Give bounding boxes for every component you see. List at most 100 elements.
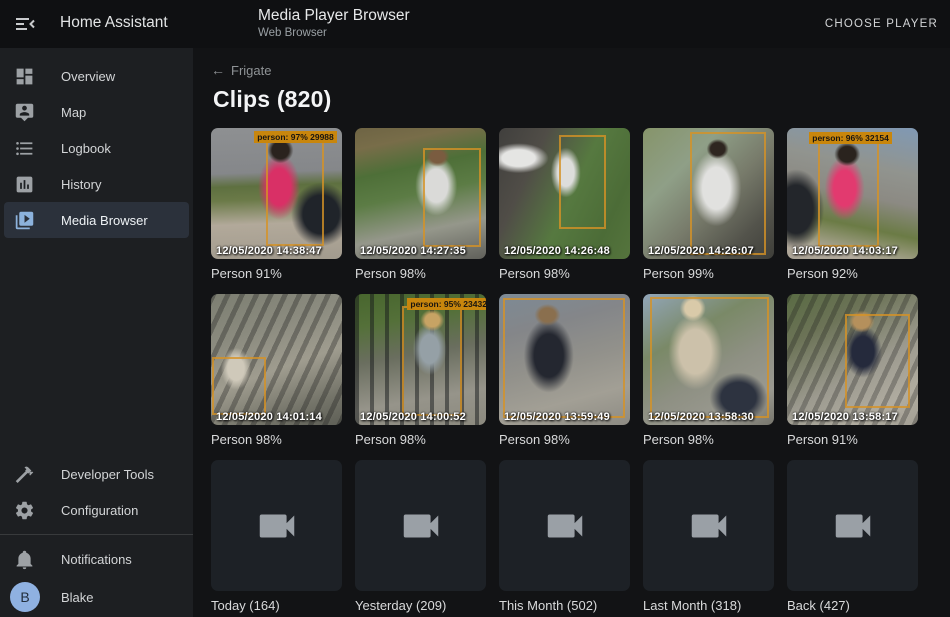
- detection-box: [266, 138, 324, 245]
- choose-player-button[interactable]: CHOOSE PLAYER: [825, 0, 938, 48]
- detection-box: [402, 306, 462, 416]
- clip-caption: Person 91%: [787, 432, 918, 447]
- breadcrumb-back[interactable]: Frigate: [211, 62, 271, 78]
- folder-caption: Yesterday (209): [355, 598, 486, 613]
- page-header: Media Player Browser Web Browser: [258, 7, 410, 39]
- sidebar-item-history[interactable]: History: [4, 166, 189, 202]
- video-icon: [398, 503, 444, 549]
- clip-cell: 12/05/2020 14:26:48 Person 98%: [499, 128, 630, 281]
- sidebar-divider: [0, 534, 193, 535]
- video-icon: [830, 503, 876, 549]
- detection-label: person: 96% 32154: [809, 132, 892, 144]
- sidebar-item-profile[interactable]: B Blake: [4, 577, 189, 617]
- clips-grid: person: 97% 29988 12/05/2020 14:38:47 Pe…: [211, 128, 950, 613]
- video-icon: [542, 503, 588, 549]
- folder-cell: Back (427): [787, 460, 918, 613]
- folder-caption: This Month (502): [499, 598, 630, 613]
- clip-caption: Person 98%: [355, 266, 486, 281]
- video-icon: [254, 503, 300, 549]
- folder-last-month[interactable]: [643, 460, 774, 591]
- folder-caption: Today (164): [211, 598, 342, 613]
- clip-cell: person: 97% 29988 12/05/2020 14:38:47 Pe…: [211, 128, 342, 281]
- sidebar-item-media-browser[interactable]: Media Browser: [4, 202, 189, 238]
- folder-today[interactable]: [211, 460, 342, 591]
- sidebar-item-overview[interactable]: Overview: [4, 58, 189, 94]
- detection-box: [650, 297, 769, 419]
- clip-timestamp: 12/05/2020 13:58:30: [648, 411, 754, 423]
- clip-timestamp: 12/05/2020 14:00:52: [360, 411, 466, 423]
- clip-thumbnail[interactable]: 12/05/2020 13:58:17: [787, 294, 918, 425]
- clip-caption: Person 98%: [211, 432, 342, 447]
- clip-caption: Person 98%: [499, 266, 630, 281]
- clip-timestamp: 12/05/2020 13:58:17: [792, 411, 898, 423]
- detection-box: [423, 148, 481, 248]
- sidebar-item-label: Notifications: [61, 552, 132, 567]
- clip-caption: Person 98%: [499, 432, 630, 447]
- page-subtitle: Web Browser: [258, 27, 410, 39]
- video-icon: [686, 503, 732, 549]
- sidebar-item-label: Overview: [61, 69, 115, 84]
- clip-thumbnail[interactable]: 12/05/2020 13:59:49: [499, 294, 630, 425]
- media-browser-content: Frigate Clips (820) person: 97% 29988 12…: [193, 48, 950, 617]
- clip-cell: person: 96% 32154 12/05/2020 14:03:17 Pe…: [787, 128, 918, 281]
- sidebar-item-developer-tools[interactable]: Developer Tools: [4, 456, 189, 492]
- view-dashboard-icon: [14, 66, 35, 87]
- clip-cell: 12/05/2020 13:59:49 Person 98%: [499, 294, 630, 447]
- clip-cell: 12/05/2020 13:58:30 Person 98%: [643, 294, 774, 447]
- clip-timestamp: 12/05/2020 13:59:49: [504, 411, 610, 423]
- sidebar-spacer: [0, 238, 193, 456]
- clip-thumbnail[interactable]: 12/05/2020 14:26:48: [499, 128, 630, 259]
- clip-thumbnail[interactable]: 12/05/2020 14:26:07: [643, 128, 774, 259]
- detection-label: person: 95% 23432: [407, 298, 486, 310]
- detection-box: [503, 298, 625, 419]
- back-arrow-icon: [211, 62, 225, 78]
- clip-cell: 12/05/2020 13:58:17 Person 91%: [787, 294, 918, 447]
- clip-thumbnail[interactable]: person: 96% 32154 12/05/2020 14:03:17: [787, 128, 918, 259]
- detection-box: [212, 357, 266, 415]
- clip-timestamp: 12/05/2020 14:27:35: [360, 245, 466, 257]
- clip-thumbnail[interactable]: person: 95% 23432 12/05/2020 14:00:52: [355, 294, 486, 425]
- bell-icon: [14, 549, 35, 570]
- folder-back[interactable]: [787, 460, 918, 591]
- sidebar-item-notifications[interactable]: Notifications: [4, 541, 189, 577]
- avatar: B: [10, 582, 40, 612]
- folder-this-month[interactable]: [499, 460, 630, 591]
- detection-box: [559, 135, 606, 229]
- page-title: Media Player Browser: [258, 7, 410, 25]
- folder-yesterday[interactable]: [355, 460, 486, 591]
- page-title: Clips (820): [213, 86, 950, 113]
- chart-box-icon: [14, 174, 35, 195]
- clip-cell: 12/05/2020 14:26:07 Person 99%: [643, 128, 774, 281]
- folder-cell: Yesterday (209): [355, 460, 486, 613]
- sidebar-item-label: Media Browser: [61, 213, 148, 228]
- clip-caption: Person 92%: [787, 266, 918, 281]
- clip-thumbnail[interactable]: 12/05/2020 14:27:35: [355, 128, 486, 259]
- sidebar-item-logbook[interactable]: Logbook: [4, 130, 189, 166]
- sidebar: Overview Map Logbook History Media Brows…: [0, 48, 193, 617]
- sidebar-item-label: Logbook: [61, 141, 111, 156]
- clip-timestamp: 12/05/2020 14:38:47: [216, 245, 322, 257]
- folder-cell: Last Month (318): [643, 460, 774, 613]
- clip-caption: Person 99%: [643, 266, 774, 281]
- sidebar-item-label: Map: [61, 105, 86, 120]
- clip-cell: 12/05/2020 14:01:14 Person 98%: [211, 294, 342, 447]
- sidebar-item-map[interactable]: Map: [4, 94, 189, 130]
- hammer-icon: [14, 464, 35, 485]
- folder-caption: Last Month (318): [643, 598, 774, 613]
- account-tooltip-icon: [14, 102, 35, 123]
- sidebar-item-label: History: [61, 177, 101, 192]
- play-box-multiple-icon: [14, 210, 35, 231]
- clip-thumbnail[interactable]: person: 97% 29988 12/05/2020 14:38:47: [211, 128, 342, 259]
- profile-name: Blake: [61, 590, 94, 605]
- clip-timestamp: 12/05/2020 14:03:17: [792, 245, 898, 257]
- app-title: Home Assistant: [60, 14, 168, 32]
- clip-thumbnail[interactable]: 12/05/2020 14:01:14: [211, 294, 342, 425]
- sidebar-item-label: Developer Tools: [61, 467, 154, 482]
- sidebar-toggle-icon[interactable]: [13, 12, 37, 36]
- sidebar-item-configuration[interactable]: Configuration: [4, 492, 189, 528]
- sidebar-item-label: Configuration: [61, 503, 138, 518]
- top-app-bar: Home Assistant Media Player Browser Web …: [0, 0, 950, 48]
- clip-caption: Person 98%: [355, 432, 486, 447]
- clip-thumbnail[interactable]: 12/05/2020 13:58:30: [643, 294, 774, 425]
- folder-caption: Back (427): [787, 598, 918, 613]
